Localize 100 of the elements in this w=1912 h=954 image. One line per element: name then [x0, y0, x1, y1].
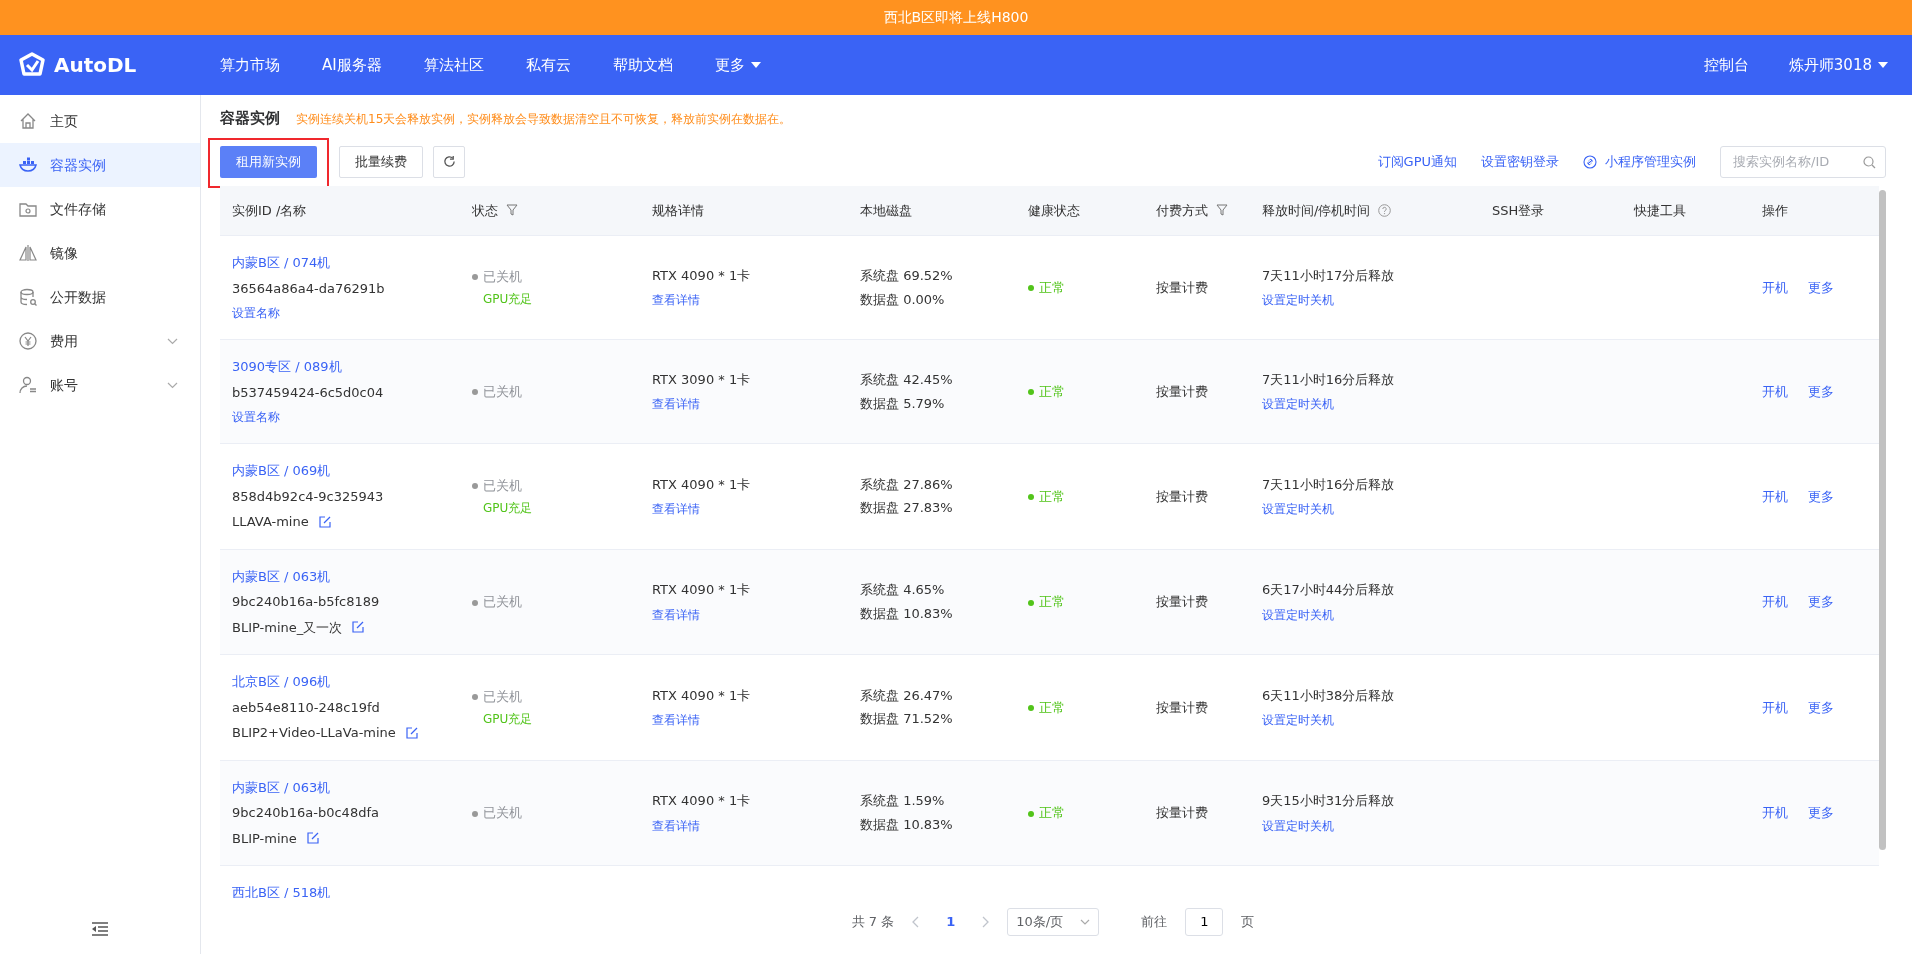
scheduled-shutdown-link[interactable]: 设置定时关机: [1262, 395, 1334, 414]
data-disk-usage: 数据盘 0.00%: [860, 290, 945, 309]
instance-id: b537459424-6c5d0c04: [232, 383, 384, 402]
console-link[interactable]: 控制台: [1703, 53, 1749, 77]
nav-menu[interactable]: 更多: [714, 53, 761, 77]
data-disk-usage: 数据盘 10.83%: [860, 604, 953, 623]
scheduled-shutdown-link[interactable]: 设置定时关机: [1262, 816, 1334, 835]
nav-link[interactable]: 私有云: [525, 53, 571, 77]
sidebar-item[interactable]: 文件存储: [0, 187, 200, 231]
action-link[interactable]: 更多: [1808, 381, 1834, 402]
instance-id: 858d4b92c4-9c325943: [232, 487, 384, 506]
release-time: 7天11小时16分后释放: [1262, 475, 1395, 494]
zone-link[interactable]: 3090专区 / 089机: [232, 357, 342, 377]
action-link[interactable]: 更多: [1808, 592, 1834, 612]
action-link[interactable]: 更多: [1808, 697, 1834, 717]
billing-mode: 按量计费: [1156, 383, 1208, 399]
column-header: 付费方式: [1156, 201, 1208, 220]
zone-link[interactable]: 内蒙B区 / 063机: [232, 777, 331, 797]
nav-link[interactable]: 帮助文档: [612, 53, 673, 77]
nav-link[interactable]: 算法社区: [423, 53, 484, 77]
column-header: 实例ID /名称: [232, 201, 307, 220]
chevron-down-icon: [1080, 918, 1091, 925]
action-link[interactable]: 开机: [1762, 592, 1788, 612]
instance-name: LLAVA-mine: [232, 513, 309, 531]
details-link[interactable]: 查看详情: [652, 395, 700, 414]
health-status: 正常: [1028, 279, 1065, 295]
scheduled-shutdown-link[interactable]: 设置定时关机: [1262, 711, 1334, 729]
scheduled-shutdown-link[interactable]: 设置定时关机: [1262, 500, 1334, 518]
release-time: 7天11小时16分后释放: [1262, 370, 1395, 389]
edit-icon[interactable]: [306, 832, 319, 845]
edit-icon[interactable]: [352, 621, 365, 634]
zone-link[interactable]: 内蒙B区 / 074机: [232, 253, 331, 273]
sidebar-item[interactable]: 公开数据: [0, 275, 200, 319]
edit-icon[interactable]: [318, 515, 331, 528]
gpu-spec: RTX 4090 * 1卡: [652, 686, 751, 705]
filter-icon[interactable]: [506, 204, 518, 217]
sidebar-item[interactable]: 主页: [0, 99, 200, 143]
action-link[interactable]: 开机: [1762, 381, 1788, 402]
refresh-button[interactable]: [433, 145, 465, 178]
search-field[interactable]: 搜索实例名称/ID: [1720, 145, 1886, 178]
set-name-link[interactable]: 设置名称: [232, 304, 280, 322]
sidebar-item[interactable]: 费用: [0, 319, 200, 363]
details-link[interactable]: 查看详情: [652, 605, 700, 624]
instance-id: 36564a86a4-da76291b: [232, 279, 385, 298]
total-count: 共 7 条: [851, 912, 895, 931]
details-link[interactable]: 查看详情: [652, 291, 700, 310]
scrollbar[interactable]: [1879, 189, 1886, 850]
action-link[interactable]: 开机: [1762, 803, 1788, 823]
page-number[interactable]: 1: [938, 911, 964, 932]
instance-id: 9bc240b16a-b0c48dfa: [232, 804, 379, 822]
action-link[interactable]: 更多: [1808, 803, 1834, 823]
details-link[interactable]: 查看详情: [652, 711, 700, 729]
collapse-icon[interactable]: [92, 922, 108, 936]
column-header: 状态: [472, 201, 498, 220]
toolbar-link[interactable]: 订阅GPU通知: [1377, 151, 1457, 172]
new-instance-button[interactable]: 租用新实例: [220, 145, 317, 178]
refresh-icon: [442, 155, 456, 168]
billing-mode: 按量计费: [1156, 279, 1208, 295]
sidebar-item[interactable]: 镜像: [0, 231, 200, 275]
caret-icon: [750, 62, 761, 68]
column-header: 健康状态: [1028, 201, 1080, 220]
health-status: 正常: [1028, 805, 1065, 820]
gpu-note: GPU充足: [483, 500, 533, 517]
filter-icon[interactable]: [1216, 204, 1228, 217]
column-header: 规格详情: [652, 201, 704, 220]
set-name-link[interactable]: 设置名称: [232, 408, 280, 426]
help-icon[interactable]: [1378, 203, 1392, 217]
nav-link[interactable]: AI服务器: [322, 53, 382, 77]
action-link[interactable]: 开机: [1762, 697, 1788, 717]
details-link[interactable]: 查看详情: [652, 816, 700, 835]
health-status: 正常: [1028, 699, 1065, 715]
nav-link[interactable]: 算力市场: [220, 53, 280, 77]
toolbar-link[interactable]: 设置密钥登录: [1481, 151, 1559, 172]
action-link[interactable]: 开机: [1762, 486, 1788, 506]
details-link[interactable]: 查看详情: [652, 500, 700, 518]
sidebar-item[interactable]: 容器实例: [0, 143, 200, 187]
mini-program-link[interactable]: 小程序管理实例: [1583, 151, 1696, 172]
system-disk-usage: 系统盘 26.47%: [860, 686, 953, 705]
system-disk-usage: 系统盘 42.45%: [860, 371, 953, 389]
system-disk-usage: 系统盘 27.86%: [860, 475, 953, 494]
zone-link[interactable]: 北京B区 / 096机: [232, 672, 331, 692]
health-status: 正常: [1028, 383, 1065, 399]
billing-mode: 按量计费: [1156, 699, 1208, 715]
user-menu[interactable]: 炼丹师3018: [1788, 53, 1888, 77]
batch-renew-button[interactable]: 批量续费: [339, 145, 423, 178]
system-disk-usage: 系统盘 1.59%: [860, 792, 945, 811]
edit-icon[interactable]: [405, 726, 418, 739]
billing-mode: 按量计费: [1156, 805, 1208, 820]
page-size-select[interactable]: 10条/页: [1007, 907, 1100, 936]
page-title: 容器实例: [220, 108, 280, 129]
zone-link[interactable]: 内蒙B区 / 063机: [232, 566, 331, 586]
action-link[interactable]: 开机: [1762, 277, 1788, 298]
zone-link[interactable]: 内蒙B区 / 069机: [232, 461, 331, 481]
sidebar-item[interactable]: 账号: [0, 363, 200, 407]
action-link[interactable]: 更多: [1808, 486, 1834, 506]
release-time: 7天11小时17分后释放: [1262, 266, 1395, 285]
page-input[interactable]: 1: [1185, 907, 1224, 936]
scheduled-shutdown-link[interactable]: 设置定时关机: [1262, 291, 1334, 310]
action-link[interactable]: 更多: [1808, 277, 1834, 298]
scheduled-shutdown-link[interactable]: 设置定时关机: [1262, 605, 1334, 624]
